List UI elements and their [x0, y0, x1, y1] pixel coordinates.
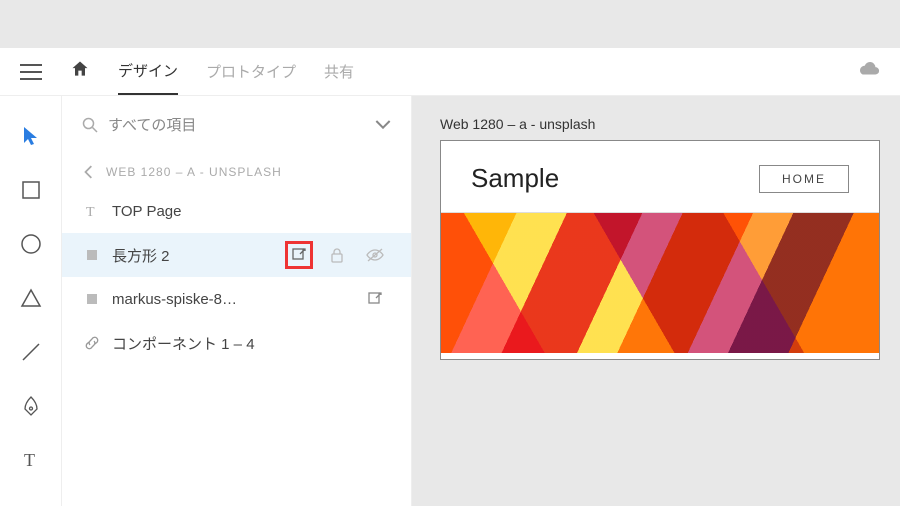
window-chrome [0, 0, 900, 48]
svg-text:T: T [86, 205, 95, 218]
layer-name: 長方形 2 [112, 245, 273, 266]
chevron-left-icon [84, 165, 94, 179]
export-mark-icon[interactable] [285, 241, 313, 269]
hide-icon[interactable] [361, 241, 389, 269]
square-icon [84, 247, 100, 263]
tab-design[interactable]: デザイン [118, 48, 178, 95]
tab-share[interactable]: 共有 [324, 49, 354, 94]
search-input[interactable]: すべての項目 [62, 96, 411, 147]
breadcrumb-label: WEB 1280 – A - UNSPLASH [106, 165, 282, 179]
layer-item[interactable]: 長方形 2 [62, 233, 411, 277]
layer-list: T TOP Page 長方形 2 markus-spiske-8… [62, 189, 411, 365]
layer-item[interactable]: コンポーネント 1 – 4 [62, 321, 411, 365]
search-icon [82, 117, 98, 133]
lock-icon[interactable] [323, 241, 351, 269]
tab-prototype[interactable]: プロトタイプ [206, 49, 296, 94]
layers-panel: すべての項目 WEB 1280 – A - UNSPLASH T TOP Pag… [62, 96, 412, 506]
layer-name: markus-spiske-8… [112, 291, 349, 308]
layer-name: TOP Page [112, 203, 389, 220]
select-tool-icon[interactable] [19, 124, 43, 148]
layer-name: コンポーネント 1 – 4 [112, 333, 389, 354]
menubar: デザイン プロトタイプ 共有 [0, 48, 900, 96]
rectangle-tool-icon[interactable] [19, 178, 43, 202]
line-tool-icon[interactable] [19, 340, 43, 364]
tool-rail: T [0, 96, 62, 506]
layer-item[interactable]: T TOP Page [62, 189, 411, 233]
export-mark-icon[interactable] [361, 285, 389, 313]
home-icon[interactable] [70, 59, 90, 84]
artboard-header: Sample HOME [441, 141, 879, 213]
canvas[interactable]: Web 1280 – a - unsplash Sample HOME [412, 96, 900, 506]
chevron-down-icon[interactable] [375, 117, 391, 133]
artboard[interactable]: Sample HOME [440, 140, 880, 360]
polygon-tool-icon[interactable] [19, 286, 43, 310]
square-icon [84, 291, 100, 307]
pen-tool-icon[interactable] [19, 394, 43, 418]
svg-text:T: T [24, 451, 35, 469]
breadcrumb[interactable]: WEB 1280 – A - UNSPLASH [62, 147, 411, 189]
cloud-icon[interactable] [858, 61, 880, 82]
ellipse-tool-icon[interactable] [19, 232, 43, 256]
text-icon: T [84, 203, 100, 219]
hero-image [441, 213, 879, 353]
layer-item[interactable]: markus-spiske-8… [62, 277, 411, 321]
hamburger-icon[interactable] [20, 64, 42, 80]
text-tool-icon[interactable]: T [19, 448, 43, 472]
page-title: Sample [471, 163, 559, 194]
home-nav-button[interactable]: HOME [759, 165, 849, 193]
search-text: すべての項目 [108, 114, 365, 135]
artboard-label[interactable]: Web 1280 – a - unsplash [440, 116, 900, 132]
link-icon [84, 335, 100, 351]
